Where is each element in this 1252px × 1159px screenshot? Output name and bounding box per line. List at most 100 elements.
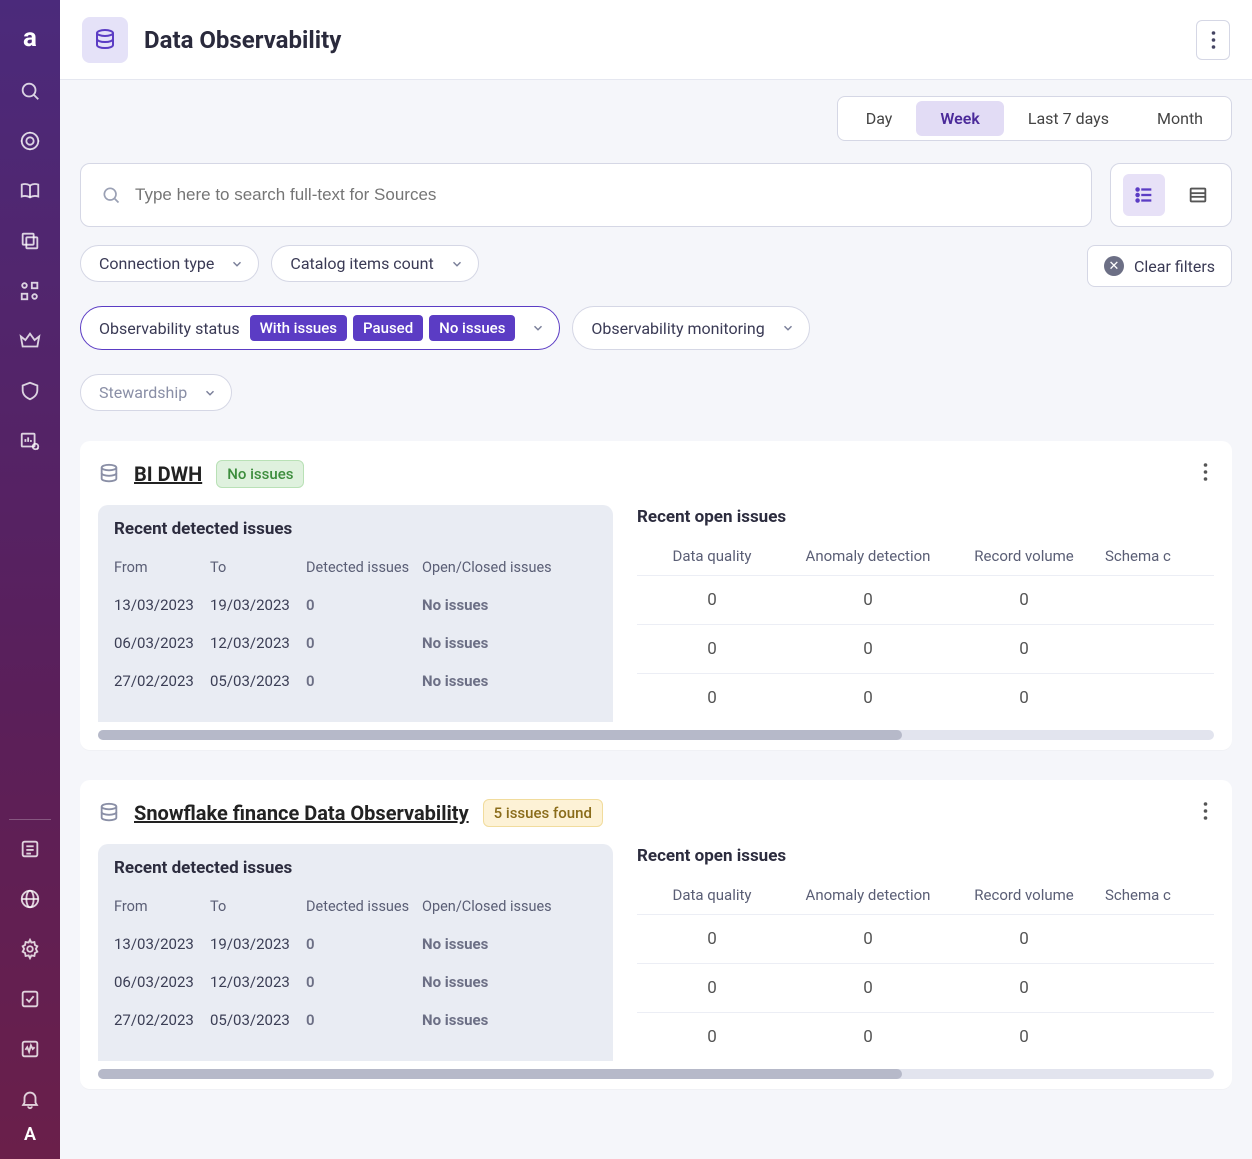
from-cell: 27/02/2023: [114, 672, 204, 690]
detected-count-cell: 0: [306, 596, 416, 614]
detected-row: 27/02/2023 05/03/2023 0 No issues: [114, 662, 597, 700]
status-chip[interactable]: No issues: [429, 315, 515, 341]
chevron-down-icon: [203, 386, 217, 400]
search-input[interactable]: [135, 185, 1071, 205]
anomaly-detection-cell: 0: [793, 929, 943, 949]
filter-observability-status-label: Observability status: [99, 319, 240, 338]
record-volume-cell: 0: [949, 1027, 1099, 1047]
list-icon[interactable]: [19, 838, 41, 860]
search-nav-icon[interactable]: [19, 80, 41, 102]
clear-filters-label: Clear filters: [1134, 257, 1215, 276]
source-title-link[interactable]: BI DWH: [134, 462, 202, 486]
to-cell: 19/03/2023: [210, 935, 300, 953]
search-container: [80, 163, 1092, 227]
database-icon: [98, 802, 120, 824]
status-badge: 5 issues found: [483, 799, 603, 827]
filter-catalog-items-count[interactable]: Catalog items count: [271, 245, 478, 282]
detected-row: 13/03/2023 19/03/2023 0 No issues: [114, 586, 597, 624]
card-menu-button[interactable]: [1197, 457, 1214, 491]
chevron-down-icon: [781, 321, 795, 335]
record-volume-cell: 0: [949, 639, 1099, 659]
gear-icon[interactable]: [19, 938, 41, 960]
anomaly-detection-cell: 0: [793, 978, 943, 998]
left-nav: a A: [0, 0, 60, 1159]
globe-icon[interactable]: [19, 888, 41, 910]
data-quality-cell: 0: [637, 590, 787, 610]
status-chip[interactable]: Paused: [353, 315, 423, 341]
open-table-head: Data qualityAnomaly detectionRecord volu…: [637, 886, 1214, 904]
open-closed-cell: No issues: [422, 935, 582, 953]
header-menu-button[interactable]: [1196, 20, 1230, 60]
filter-stewardship-label: Stewardship: [99, 383, 187, 402]
detected-table-head: FromToDetected issuesOpen/Closed issues: [114, 898, 597, 915]
bell-icon[interactable]: [19, 1088, 41, 1110]
status-chip[interactable]: With issues: [250, 315, 347, 341]
source-card: BI DWH No issues Recent detected issues …: [80, 441, 1232, 750]
view-toggle: [1110, 163, 1232, 227]
data-quality-cell: 0: [637, 978, 787, 998]
open-closed-cell: No issues: [422, 973, 582, 991]
page-header: Data Observability: [60, 0, 1252, 80]
data-quality-cell: 0: [637, 639, 787, 659]
analytics-icon[interactable]: [19, 430, 41, 452]
time-tab-day[interactable]: Day: [842, 101, 917, 136]
activity-icon[interactable]: [19, 1038, 41, 1060]
to-cell: 19/03/2023: [210, 596, 300, 614]
status-badge: No issues: [216, 460, 304, 488]
to-cell: 12/03/2023: [210, 634, 300, 652]
crown-icon[interactable]: [19, 330, 41, 352]
recent-detected-panel: Recent detected issues FromToDetected is…: [98, 844, 613, 1061]
diagram-icon[interactable]: [19, 280, 41, 302]
scrollbar-thumb[interactable]: [98, 730, 902, 740]
data-quality-cell: 0: [637, 688, 787, 708]
list-view-button[interactable]: [1123, 174, 1165, 216]
from-cell: 27/02/2023: [114, 1011, 204, 1029]
anomaly-detection-cell: 0: [793, 688, 943, 708]
page-title: Data Observability: [144, 26, 341, 54]
sidebar-letter[interactable]: A: [24, 1124, 36, 1145]
detected-count-cell: 0: [306, 634, 416, 652]
app-logo[interactable]: a: [16, 24, 44, 52]
filter-catalog-items-count-label: Catalog items count: [290, 254, 433, 273]
data-quality-cell: 0: [637, 929, 787, 949]
record-volume-cell: 0: [949, 929, 1099, 949]
detected-table-head: FromToDetected issuesOpen/Closed issues: [114, 559, 597, 576]
from-cell: 06/03/2023: [114, 634, 204, 652]
database-icon: [82, 17, 128, 63]
filter-connection-type[interactable]: Connection type: [80, 245, 259, 282]
recent-detected-panel: Recent detected issues FromToDetected is…: [98, 505, 613, 722]
recent-open-title: Recent open issues: [637, 507, 1214, 527]
filter-observability-monitoring[interactable]: Observability monitoring: [572, 306, 809, 350]
horizontal-scrollbar[interactable]: [98, 730, 1214, 740]
detected-row: 06/03/2023 12/03/2023 0 No issues: [114, 624, 597, 662]
time-tab-month[interactable]: Month: [1133, 101, 1227, 136]
recent-detected-title: Recent detected issues: [114, 519, 597, 539]
detected-row: 06/03/2023 12/03/2023 0 No issues: [114, 963, 597, 1001]
open-row: 0 0 0: [637, 624, 1214, 673]
card-menu-button[interactable]: [1197, 796, 1214, 830]
time-range-tabs: DayWeekLast 7 daysMonth: [80, 96, 1232, 141]
clear-filters-button[interactable]: ✕ Clear filters: [1087, 245, 1232, 287]
detected-count-cell: 0: [306, 672, 416, 690]
filter-stewardship[interactable]: Stewardship: [80, 374, 232, 411]
source-card: Snowflake finance Data Observability 5 i…: [80, 780, 1232, 1089]
anomaly-detection-cell: 0: [793, 590, 943, 610]
recent-open-title: Recent open issues: [637, 846, 1214, 866]
source-title-link[interactable]: Snowflake finance Data Observability: [134, 801, 469, 825]
table-view-button[interactable]: [1177, 174, 1219, 216]
copy-icon[interactable]: [19, 230, 41, 252]
anomaly-detection-cell: 0: [793, 639, 943, 659]
time-tab-last-7-days[interactable]: Last 7 days: [1004, 101, 1133, 136]
time-tab-week[interactable]: Week: [916, 101, 1003, 136]
scrollbar-thumb[interactable]: [98, 1069, 902, 1079]
shield-icon[interactable]: [19, 380, 41, 402]
open-closed-cell: No issues: [422, 634, 582, 652]
open-row: 0 0 0: [637, 963, 1214, 1012]
filter-observability-status[interactable]: Observability status With issuesPausedNo…: [80, 306, 560, 350]
target-icon[interactable]: [19, 130, 41, 152]
check-square-icon[interactable]: [19, 988, 41, 1010]
open-closed-cell: No issues: [422, 596, 582, 614]
book-icon[interactable]: [19, 180, 41, 202]
horizontal-scrollbar[interactable]: [98, 1069, 1214, 1079]
search-icon: [101, 185, 121, 205]
